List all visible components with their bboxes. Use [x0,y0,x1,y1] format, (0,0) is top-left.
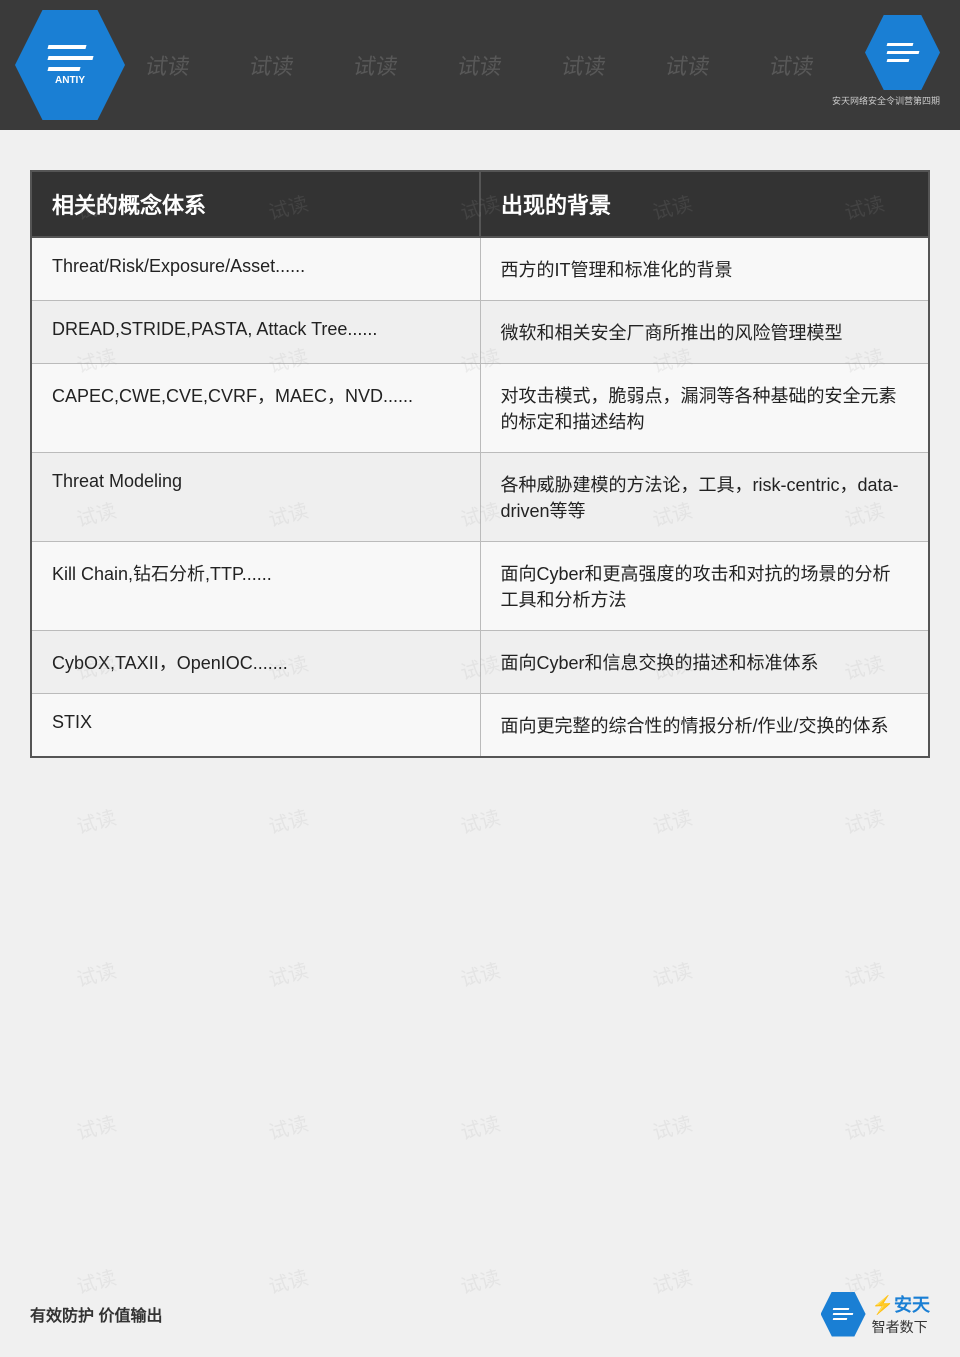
cell-col1-5: CybOX,TAXII，OpenIOC....... [31,631,480,694]
table-row: CybOX,TAXII，OpenIOC.......面向Cyber和信息交换的描… [31,631,929,694]
footer-slogan: 智者数下 [872,1317,930,1337]
footer-brand-name: ⚡安天 [872,1291,930,1317]
main-content: 相关的概念体系 出现的背景 Threat/Risk/Exposure/Asset… [0,130,960,788]
table-row: Threat/Risk/Exposure/Asset......西方的IT管理和… [31,237,929,301]
header-watermarks: 试读 试读 试读 试读 试读 试读 试读 [0,0,960,130]
watermark-1: 试读 [143,49,193,81]
bwm-27: 试读 [367,875,592,1073]
cell-col2-4: 面向Cyber和更高强度的攻击和对抗的场景的分析工具和分析方法 [480,542,929,631]
watermark-4: 试读 [455,49,505,81]
cell-col1-1: DREAD,STRIDE,PASTA, Attack Tree...... [31,301,480,364]
col2-header: 出现的背景 [480,171,929,237]
cell-col2-2: 对攻击模式，脆弱点，漏洞等各种基础的安全元素的标定和描述结构 [480,364,929,453]
footer-hex-lines [833,1308,853,1320]
footer-lightning-icon: ⚡ [872,1295,894,1315]
watermark-row: 试读 试读 试读 试读 试读 试读 试读 [0,49,960,81]
bwm-31: 试读 [175,1028,400,1226]
bwm-25: 试读 [0,875,209,1073]
cell-col2-5: 面向Cyber和信息交换的描述和标准体系 [480,631,929,694]
rl-line-1 [886,43,913,46]
table-row: STIX面向更完整的综合性的情报分析/作业/交换的体系 [31,694,929,758]
watermark-5: 试读 [559,49,609,81]
table-row: Threat Modeling各种威胁建模的方法论，工具，risk-centri… [31,453,929,542]
concept-table: 相关的概念体系 出现的背景 Threat/Risk/Exposure/Asset… [30,170,930,758]
fhl-3 [833,1318,848,1320]
table-row: CAPEC,CWE,CVE,CVRF，MAEC，NVD......对攻击模式，脆… [31,364,929,453]
watermark-6: 试读 [663,49,713,81]
fhl-1 [833,1308,850,1310]
watermark-3: 试读 [351,49,401,81]
bwm-32: 试读 [367,1028,592,1226]
header: ANTIY 试读 试读 试读 试读 试读 试读 试读 安天网络安全令训营第四期 [0,0,960,130]
table-header-row: 相关的概念体系 出现的背景 [31,171,929,237]
right-logo-caption: 安天网络安全令训营第四期 [832,94,940,107]
cell-col2-1: 微软和相关安全厂商所推出的风险管理模型 [480,301,929,364]
cell-col2-6: 面向更完整的综合性的情报分析/作业/交换的体系 [480,694,929,758]
cell-col1-2: CAPEC,CWE,CVE,CVRF，MAEC，NVD...... [31,364,480,453]
rl-line-3 [886,59,909,62]
footer-hex-logo [821,1292,866,1337]
watermark-7: 试读 [767,49,817,81]
cell-col2-3: 各种威胁建模的方法论，工具，risk-centric，data-driven等等 [480,453,929,542]
cell-col1-4: Kill Chain,钻石分析,TTP...... [31,542,480,631]
cell-col1-0: Threat/Risk/Exposure/Asset...... [31,237,480,301]
footer-logo: ⚡安天 智者数下 [821,1291,930,1337]
bwm-29: 试读 [751,875,960,1073]
footer-tagline: 有效防护 价值输出 [30,1302,162,1326]
table-row: DREAD,STRIDE,PASTA, Attack Tree......微软和… [31,301,929,364]
bwm-34: 试读 [751,1028,960,1226]
footer-brand: ⚡安天 智者数下 [872,1291,930,1337]
right-logo-lines [887,43,919,62]
watermark-2: 试读 [247,49,297,81]
bwm-33: 试读 [559,1028,784,1226]
bwm-28: 试读 [559,875,784,1073]
fhl-2 [833,1313,854,1315]
bwm-30: 试读 [0,1028,209,1226]
header-right-logo: 安天网络安全令训营第四期 [832,15,940,107]
bwm-26: 试读 [175,875,400,1073]
cell-col2-0: 西方的IT管理和标准化的背景 [480,237,929,301]
table-row: Kill Chain,钻石分析,TTP......面向Cyber和更高强度的攻击… [31,542,929,631]
right-logo-hex [865,15,940,90]
cell-col1-3: Threat Modeling [31,453,480,542]
cell-col1-6: STIX [31,694,480,758]
footer: 有效防护 价值输出 ⚡安天 智者数下 [0,1291,960,1337]
rl-line-2 [886,51,919,54]
col1-header: 相关的概念体系 [31,171,480,237]
